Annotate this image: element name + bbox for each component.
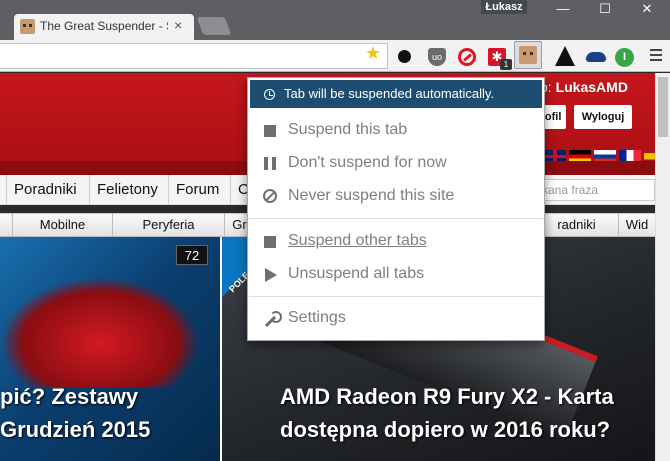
square-icon xyxy=(264,236,276,248)
ban-icon xyxy=(263,189,277,203)
pause-icon xyxy=(264,157,276,170)
address-bar[interactable] xyxy=(0,43,388,69)
nav-poradniki[interactable]: Poradniki xyxy=(6,175,84,205)
category-wideo[interactable]: Wid xyxy=(618,214,655,236)
menu-item-label: Suspend this tab xyxy=(288,121,408,138)
category-poradniki[interactable]: radniki xyxy=(534,214,618,236)
logged-in-user: o: LukasAMD xyxy=(540,79,628,95)
bookmark-star-icon[interactable]: ★ xyxy=(365,44,381,62)
category-peryferia[interactable]: Peryferia xyxy=(112,214,224,236)
article-image xyxy=(0,277,200,387)
nav-felietony[interactable]: Felietony xyxy=(89,175,165,205)
suspend-other-tabs-button[interactable]: Suspend other tabs xyxy=(248,225,544,257)
article-title-line[interactable]: Grudzień 2015 xyxy=(0,417,150,443)
great-suspender-popup: Tab will be suspended automatically. Sus… xyxy=(247,77,545,341)
wrench-icon xyxy=(263,311,282,327)
article-title-line[interactable]: pić? Zestawy xyxy=(0,384,138,410)
square-icon xyxy=(264,125,276,137)
browser-tab[interactable]: The Great Suspender - Se × xyxy=(14,14,194,40)
clock-icon xyxy=(264,89,275,100)
minimize-button[interactable]: — xyxy=(543,0,583,20)
play-icon xyxy=(265,268,277,282)
tab-title: The Great Suspender - Se xyxy=(40,19,168,33)
flag-fr-icon[interactable] xyxy=(619,150,641,163)
article-card[interactable]: 72 pić? Zestawy Grudzień 2015 xyxy=(0,237,220,461)
cloud-icon[interactable] xyxy=(586,52,606,62)
dont-suspend-for-now-button[interactable]: Don't suspend for now xyxy=(248,147,544,179)
nav-forum[interactable]: Forum xyxy=(168,175,226,205)
unsuspend-all-tabs-button[interactable]: Unsuspend all tabs xyxy=(248,258,544,290)
black-dot-icon[interactable] xyxy=(398,50,411,63)
site-search-input[interactable]: kana fraza xyxy=(531,179,655,201)
green-circle-icon[interactable]: I xyxy=(615,48,634,67)
profile-badge[interactable]: Łukasz xyxy=(481,0,527,14)
title-bar: Łukasz — ☐ ✕ The Great Suspender - Se × xyxy=(0,0,670,40)
status-banner: Tab will be suspended automatically. xyxy=(250,80,542,108)
never-suspend-this-site-button[interactable]: Never suspend this site xyxy=(248,180,544,212)
menu-item-label: Unsuspend all tabs xyxy=(288,265,425,282)
red-circle-icon[interactable] xyxy=(458,48,476,66)
suspend-this-tab-button[interactable]: Suspend this tab xyxy=(248,114,544,146)
chrome-menu-icon[interactable] xyxy=(650,49,662,64)
article-title-line[interactable]: dostępna dopiero w 2016 roku? xyxy=(280,417,610,443)
tab-close-icon[interactable]: × xyxy=(174,17,182,33)
cat-icon[interactable] xyxy=(555,46,575,66)
menu-divider xyxy=(249,218,543,219)
page-scrollbar[interactable] xyxy=(655,73,670,461)
logout-button[interactable]: Wyloguj xyxy=(574,105,632,129)
menu-item-label: Never suspend this site xyxy=(288,187,455,204)
menu-item-label: Don't suspend for now xyxy=(288,154,447,171)
maximize-button[interactable]: ☐ xyxy=(585,0,625,20)
settings-button[interactable]: Settings xyxy=(248,302,544,334)
comment-count: 72 xyxy=(176,245,208,265)
great-suspender-active-icon[interactable] xyxy=(519,46,537,64)
flag-ru-icon[interactable] xyxy=(594,150,616,163)
article-title-line[interactable]: AMD Radeon R9 Fury X2 - Karta xyxy=(280,384,614,410)
menu-item-label: Settings xyxy=(288,309,346,326)
close-window-button[interactable]: ✕ xyxy=(627,0,667,20)
scrollbar-thumb[interactable] xyxy=(658,77,668,137)
menu-divider xyxy=(249,296,543,297)
extension-badge: 1 xyxy=(500,59,512,70)
great-suspender-favicon-icon xyxy=(20,19,35,34)
new-tab-button[interactable] xyxy=(196,17,232,35)
menu-item-label: Suspend other tabs xyxy=(288,232,427,249)
category-mobilne[interactable]: Mobilne xyxy=(12,214,112,236)
flag-uk-icon[interactable] xyxy=(544,150,566,163)
shield-icon[interactable]: uo xyxy=(428,48,446,66)
flag-de-icon[interactable] xyxy=(569,150,591,163)
username: LukasAMD xyxy=(555,79,628,95)
status-text: Tab will be suspended automatically. xyxy=(284,86,495,101)
browser-toolbar: ★ uo ✱ 1 I xyxy=(0,40,670,72)
